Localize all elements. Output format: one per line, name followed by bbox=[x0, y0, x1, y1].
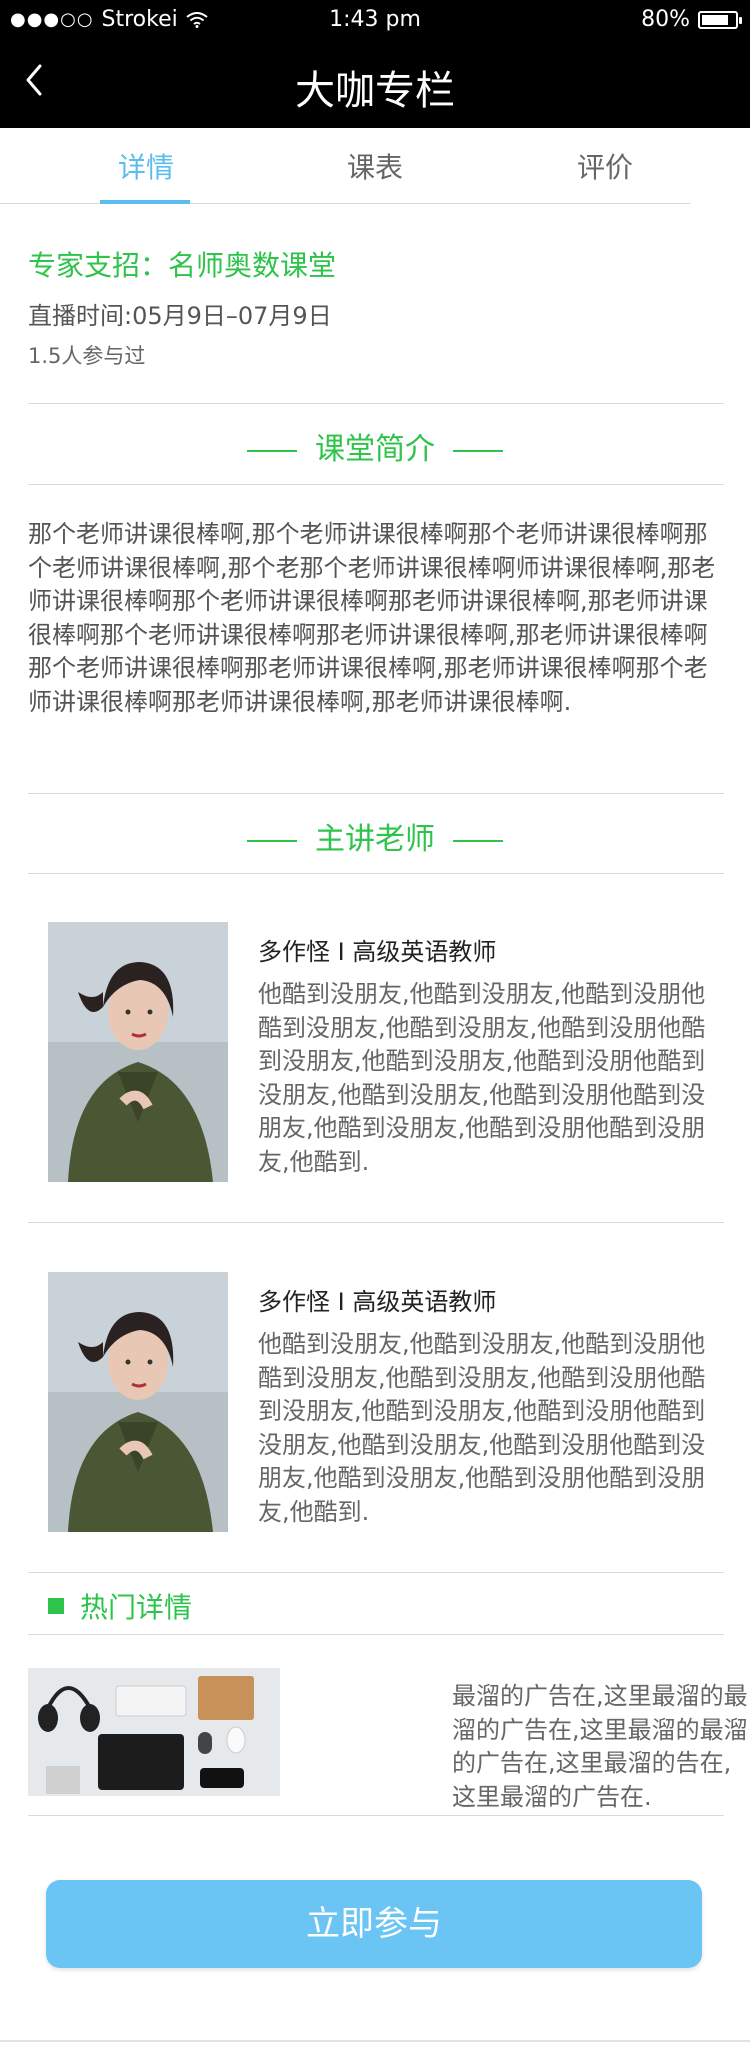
section-header-intro: 课堂简介 bbox=[0, 424, 750, 468]
section-header-teachers: 主讲老师 bbox=[0, 814, 750, 858]
teacher-description: 他酷到没朋友,他酷到没朋友,他酷到没朋他酷到没朋友,他酷到没朋友,他酷到没朋他酷… bbox=[258, 1330, 706, 1526]
battery-percent: 80% bbox=[641, 7, 690, 32]
title-line-left bbox=[247, 839, 297, 842]
teacher-name: 多作怪 I 高级英语教师 bbox=[258, 938, 497, 966]
join-button[interactable]: 立即参与 bbox=[46, 1880, 702, 1968]
ad-text[interactable]: 最溜的广告在,这里最溜的最溜的广告在,这里最溜的最溜的广告在,这里最溜的告在,这… bbox=[452, 1680, 750, 1814]
course-intro-text: 那个老师讲课很棒啊,那个老师讲课很棒啊那个老师讲课很棒啊那个老师讲课很棒啊,那个… bbox=[28, 520, 716, 716]
title-line-right bbox=[453, 449, 503, 452]
ad-image[interactable] bbox=[28, 1668, 280, 1796]
section-title-text: 主讲老师 bbox=[315, 822, 435, 857]
teacher-photo bbox=[48, 922, 228, 1182]
participant-count: 1.5人参与过 bbox=[28, 344, 146, 368]
bottom-divider bbox=[0, 2040, 750, 2042]
divider bbox=[28, 873, 724, 874]
divider bbox=[28, 1222, 724, 1223]
section-header-hot: 热门详情 bbox=[48, 1586, 192, 1626]
battery-icon bbox=[698, 10, 742, 29]
divider bbox=[28, 484, 724, 485]
page-title: 大咖专栏 bbox=[295, 68, 455, 114]
divider bbox=[28, 1572, 724, 1573]
tab-schedule[interactable]: 课表 bbox=[347, 146, 403, 186]
section-title-text: 课堂简介 bbox=[315, 432, 435, 467]
square-bullet-icon bbox=[48, 1598, 64, 1614]
teacher-name: 多作怪 I 高级英语教师 bbox=[258, 1288, 497, 1316]
navigation-bar: 大咖专栏 bbox=[0, 40, 750, 128]
teacher-photo bbox=[48, 1272, 228, 1532]
teacher-description: 他酷到没朋友,他酷到没朋友,他酷到没朋他酷到没朋友,他酷到没朋友,他酷到没朋他酷… bbox=[258, 980, 706, 1176]
divider bbox=[28, 1634, 724, 1635]
tab-bar: 详情 课表 评价 bbox=[0, 128, 690, 204]
course-expert-title: 专家支招：名师奥数课堂 bbox=[28, 249, 337, 282]
title-line-right bbox=[453, 839, 503, 842]
clock: 1:43 pm bbox=[329, 7, 421, 32]
active-tab-indicator bbox=[100, 200, 190, 204]
broadcast-time: 直播时间:05月9日–07月9日 bbox=[28, 302, 332, 330]
section-title-text: 热门详情 bbox=[80, 1591, 193, 1624]
divider bbox=[28, 403, 724, 404]
tab-details[interactable]: 详情 bbox=[118, 146, 174, 186]
title-line-left bbox=[247, 449, 297, 452]
tab-reviews[interactable]: 评价 bbox=[577, 146, 633, 186]
divider bbox=[28, 793, 724, 794]
status-bar: ●●●○○ Strokei 1:43 pm 80% bbox=[0, 0, 750, 40]
divider bbox=[28, 1815, 724, 1816]
